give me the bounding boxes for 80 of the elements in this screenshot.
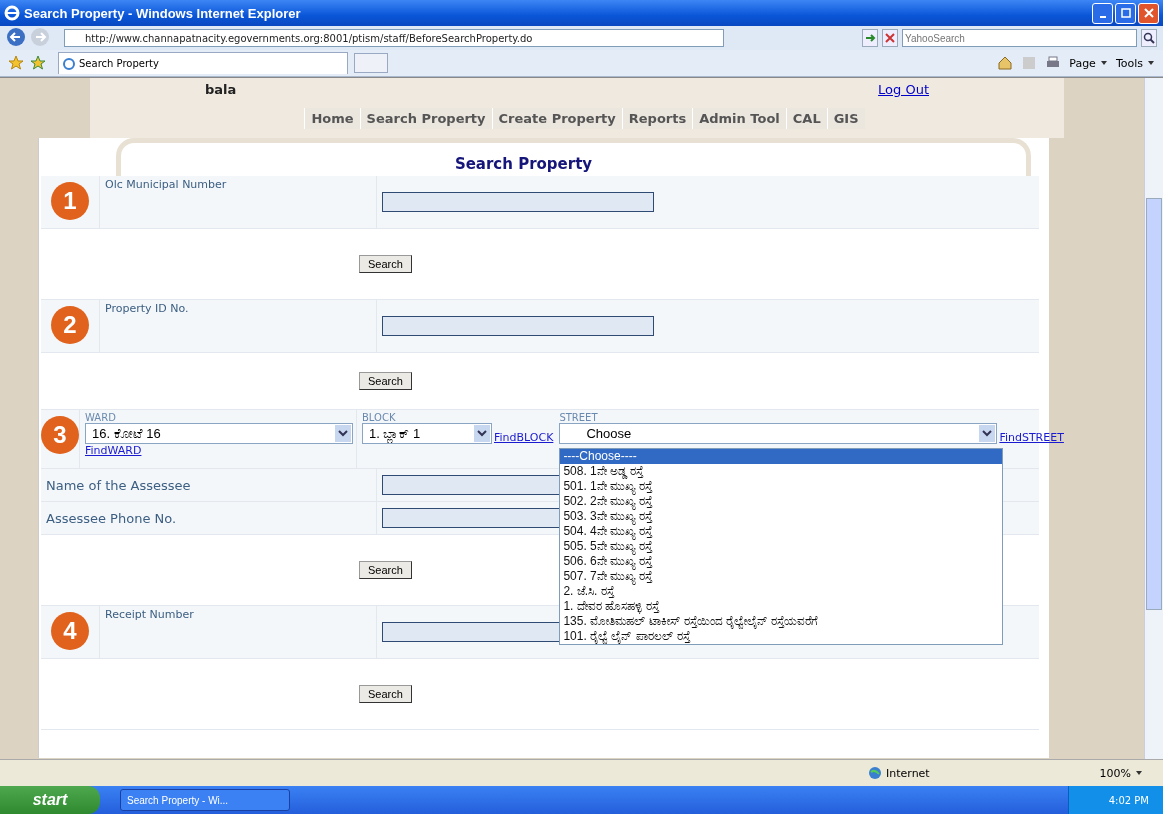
field-label: Property ID No. xyxy=(105,302,190,315)
dropdown-option[interactable]: 2. ಜೆ.ಸಿ. ರಸ್ತೆ xyxy=(560,584,1003,599)
dropdown-option[interactable]: 506. 6ನೇ ಮುಖ್ಯ ರಸ್ತೆ xyxy=(560,554,1003,569)
scrollbar[interactable] xyxy=(1144,78,1163,759)
dropdown-option[interactable]: 507. 7ನೇ ಮುಖ್ಯ ರಸ್ತೆ xyxy=(560,569,1003,584)
search-button[interactable]: Search xyxy=(359,255,412,273)
browser-tab[interactable]: Search Property xyxy=(58,52,348,74)
zoom-control[interactable]: 100% xyxy=(1099,766,1143,780)
field-label: BLOCK xyxy=(362,412,397,423)
page-heading: Search Property xyxy=(454,155,593,173)
field-label: Name of the Assessee xyxy=(46,478,191,493)
maximize-button[interactable] xyxy=(1115,2,1136,24)
nav-link[interactable]: Create Property xyxy=(491,108,622,129)
browser-icon xyxy=(4,5,20,21)
caret-icon xyxy=(1135,769,1143,777)
globe-icon xyxy=(868,766,882,780)
dropdown-option[interactable]: 501. 1ನೇ ಮುಖ್ಯ ರಸ್ತೆ xyxy=(560,479,1003,494)
field-label: Olc Municipal Number xyxy=(105,178,228,191)
start-button[interactable]: start xyxy=(0,786,100,814)
stop-button[interactable] xyxy=(882,29,899,47)
nav-link[interactable]: GIS xyxy=(826,108,865,129)
search-button[interactable]: Search xyxy=(359,372,412,390)
minimize-icon xyxy=(1099,15,1106,18)
street-dropdown[interactable]: Choose xyxy=(559,423,998,444)
home-icon[interactable] xyxy=(997,55,1014,71)
toolbar-menu[interactable]: Tools xyxy=(1115,56,1155,70)
ward-dropdown[interactable]: 16. ಕೋಟೆ 16 xyxy=(85,423,353,444)
add-favorites-icon[interactable] xyxy=(30,55,46,71)
close-icon xyxy=(1143,8,1154,18)
find-street-link[interactable]: FindSTREET xyxy=(999,431,1064,444)
field-label: STREET xyxy=(559,412,599,423)
user-name: bala xyxy=(205,81,237,97)
caret-icon xyxy=(1147,59,1155,67)
search-icon xyxy=(1143,32,1155,44)
minimize-button[interactable] xyxy=(1092,2,1113,24)
dropdown-option[interactable]: 101. ರೈಲ್ವೆ ಲೈನ್ ಪಾರಲಲ್ ರಸ್ತೆ xyxy=(560,629,1003,644)
step-number: 3 xyxy=(41,416,79,454)
dropdown-option[interactable]: ----Choose---- xyxy=(560,449,1003,464)
nav-link[interactable]: Search Property xyxy=(359,108,492,129)
maximize-icon xyxy=(1120,8,1131,18)
refresh-button[interactable] xyxy=(862,29,878,47)
toolbar-menu[interactable]: Page xyxy=(1069,56,1108,70)
input-field[interactable] xyxy=(382,192,654,212)
search-button[interactable]: Search xyxy=(359,685,412,703)
step-number: 4 xyxy=(51,612,89,650)
nav-link[interactable]: Admin Tool xyxy=(692,108,786,129)
input-field[interactable] xyxy=(382,316,654,336)
clock: 4:02 PM xyxy=(1108,794,1149,806)
close-icon xyxy=(884,32,896,44)
address-field[interactable]: http://www.channapatnacity.egovernments.org:8001/ptism/staff/BeforeSearchProperty.do xyxy=(64,29,724,47)
field-label: Assessee Phone No. xyxy=(46,511,177,526)
find-ward-link[interactable]: FindWARD xyxy=(85,444,351,457)
favorites-star-icon[interactable] xyxy=(8,55,24,71)
nav-link[interactable]: Home xyxy=(304,108,360,129)
find-block-link[interactable]: FindBLOCK xyxy=(494,431,554,444)
close-button[interactable] xyxy=(1138,2,1159,24)
dropdown-option[interactable]: 135. ಮೋತಿಮಹಲ್ ಟಾಕೀಸ್ ರಸ್ತೆಯಿಂದ ರೈಲ್ವೇಲೈನ್ ರಸ್ತೆಯವರೆಗೆ xyxy=(560,614,1003,629)
dropdown-option[interactable]: 502. 2ನೇ ಮುಖ್ಯ ರಸ್ತೆ xyxy=(560,494,1003,509)
block-dropdown[interactable]: 1. ಬ್ಲಾಕ್ 1 xyxy=(362,423,492,444)
nav-link[interactable]: Reports xyxy=(621,108,693,129)
security-zone: Internet xyxy=(868,766,1028,780)
arrow-icon xyxy=(864,32,876,44)
dropdown-option[interactable]: 504. 4ನೇ ಮುಖ್ಯ ರಸ್ತೆ xyxy=(560,524,1003,539)
search-button[interactable]: Search xyxy=(359,561,412,579)
search-field[interactable]: YahooSearch xyxy=(902,29,1137,47)
field-label: Receipt Number xyxy=(105,608,195,621)
dropdown-option[interactable]: 1. ದೇವರ ಹೊಸಹಳ್ಳಿ ರಸ್ತೆ xyxy=(560,599,1003,614)
nav-link[interactable]: CAL xyxy=(785,108,827,129)
step-number: 2 xyxy=(51,306,89,344)
taskbar-item[interactable]: Search Property - Wi... xyxy=(120,789,290,811)
dropdown-option[interactable]: 505. 5ನೇ ಮುಖ್ಯ ರಸ್ತೆ xyxy=(560,539,1003,554)
dropdown-option[interactable]: 508. 1ನೇ ಅಡ್ಡ ರಸ್ತೆ xyxy=(560,464,1003,479)
window-title: Search Property - Windows Internet Explorer xyxy=(24,5,301,21)
step-number: 1 xyxy=(51,182,89,220)
logout-link[interactable]: Log Out xyxy=(878,81,929,97)
field-label: WARD xyxy=(85,412,117,423)
search-button[interactable] xyxy=(1141,29,1157,47)
dropdown-option[interactable]: 503. 3ನೇ ಮುಖ್ಯ ರಸ್ತೆ xyxy=(560,509,1003,524)
caret-icon xyxy=(1099,59,1108,67)
back-button[interactable] xyxy=(6,27,26,49)
